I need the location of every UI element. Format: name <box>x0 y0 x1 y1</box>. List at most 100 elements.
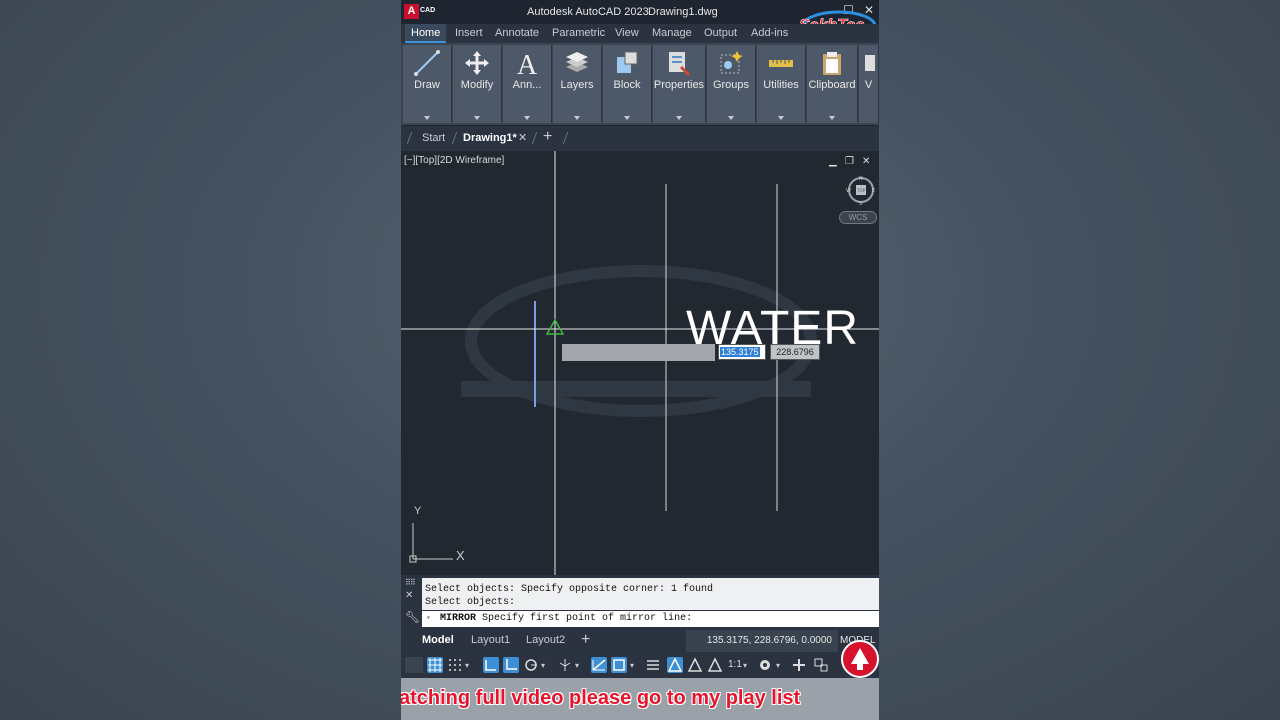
chevron-down-icon[interactable] <box>624 116 630 120</box>
viewport-minimize-icon[interactable]: ▁ <box>829 156 837 167</box>
lineweight-icon[interactable] <box>645 657 661 673</box>
command-line: ⠿⠿ ✕ 🔧︎ Select objects: Specify opposite… <box>401 576 879 628</box>
layers-icon <box>566 52 588 72</box>
tab-layout1[interactable]: Layout1 <box>471 634 510 646</box>
viewcube-face-label: TOP <box>856 188 866 193</box>
viewport-restore-icon[interactable]: ❐ <box>845 156 854 167</box>
tab-output[interactable]: Output <box>698 24 743 43</box>
infer-constraints-icon[interactable] <box>483 657 499 673</box>
autocad-logo-icon[interactable]: A <box>404 4 419 19</box>
isodraft-icon[interactable] <box>557 657 573 673</box>
tab-layout2[interactable]: Layout2 <box>526 634 565 646</box>
chevron-down-icon[interactable]: ▾ <box>465 661 481 677</box>
video-subtitle-strip: atching full video please go to my play … <box>401 678 879 720</box>
chevron-down-icon[interactable]: ▾ <box>630 661 646 677</box>
command-recent-icon[interactable]: ▾ <box>426 611 431 627</box>
customize-wrench-icon[interactable]: 🔧︎ <box>405 610 420 624</box>
status-bar: ▾ ▾ ▾ ▾ 1:1 ▾ ▾ <box>401 653 879 678</box>
tab-view[interactable]: View <box>609 24 645 43</box>
tab-parametric[interactable]: Parametric <box>546 24 611 43</box>
tab-home[interactable]: Home <box>405 24 447 43</box>
viewcube[interactable]: N S E W TOP <box>846 175 876 207</box>
compass-east-label: E <box>872 188 875 194</box>
dynamic-input-y[interactable]: 228.6796 <box>770 344 820 360</box>
tab-annotate[interactable]: Annotate <box>489 24 545 43</box>
compass-south-label: S <box>859 201 862 205</box>
coordinates-readout[interactable]: 135.3175, 228.6796, 0.0000 <box>686 630 838 652</box>
panel-utilities-label: Utilities <box>763 79 799 91</box>
line-icon <box>414 50 440 76</box>
chevron-down-icon[interactable] <box>778 116 784 120</box>
app-title: Autodesk AutoCAD 2023 <box>527 6 649 18</box>
command-history: Select objects: Specify opposite corner:… <box>422 578 879 610</box>
chevron-down-icon[interactable]: ▾ <box>541 661 557 677</box>
layout-tab-bar: Model Layout1 Layout2 + 135.3175, 228.67… <box>401 630 879 652</box>
panel-utilities[interactable]: Utilities <box>757 45 806 123</box>
polar-tracking-icon[interactable] <box>523 657 539 673</box>
chevron-down-icon[interactable] <box>524 116 530 120</box>
chevron-down-icon[interactable] <box>829 116 835 120</box>
grid-toggle-icon[interactable] <box>427 657 443 673</box>
title-bar: A CAD Autodesk AutoCAD 2023 Drawing1.dwg… <box>401 0 879 42</box>
panel-view-label: V <box>864 79 873 91</box>
wcs-menu[interactable]: WCS <box>839 211 877 224</box>
chevron-down-icon[interactable] <box>728 116 734 120</box>
panel-draw[interactable]: Draw <box>403 45 452 123</box>
command-close-icon[interactable]: ✕ <box>405 590 413 601</box>
panel-view[interactable]: V <box>859 45 879 123</box>
chevron-down-icon[interactable]: ▾ <box>776 661 792 677</box>
annotation-scale-value[interactable]: 1:1 <box>728 659 742 670</box>
command-input[interactable]: ▾ MIRROR Specify first point of mirror l… <box>422 611 879 627</box>
chevron-down-icon[interactable]: ▾ <box>575 661 591 677</box>
panel-properties[interactable]: Properties <box>653 45 706 123</box>
subscribe-overlay-button[interactable] <box>841 640 879 678</box>
chevron-down-icon[interactable] <box>474 116 480 120</box>
annotation-scale-icon[interactable] <box>707 657 723 673</box>
tab-start[interactable]: Start <box>422 132 445 144</box>
annotation-visibility-icon[interactable] <box>667 657 683 673</box>
new-layout-button[interactable]: + <box>581 631 590 649</box>
measure-icon <box>769 60 793 67</box>
panel-groups[interactable]: Groups <box>707 45 756 123</box>
dynamic-input-tooltip <box>562 344 715 361</box>
panel-modify-label: Modify <box>460 79 494 91</box>
object-snap-icon[interactable] <box>611 657 627 673</box>
tab-manage[interactable]: Manage <box>646 24 698 43</box>
drawing-canvas[interactable] <box>401 151 879 575</box>
object-snap-tracking-icon[interactable] <box>591 657 607 673</box>
groups-icon <box>720 51 743 74</box>
viewport-controls-label[interactable]: [−][Top][2D Wireframe] <box>404 155 504 166</box>
video-subtitle: atching full video please go to my play … <box>401 687 801 709</box>
tab-model[interactable]: Model <box>422 634 454 646</box>
plus-icon[interactable] <box>791 657 807 673</box>
panel-block[interactable]: Block <box>603 45 652 123</box>
command-grip-icon[interactable]: ⠿⠿ <box>405 578 416 587</box>
chevron-down-icon[interactable] <box>574 116 580 120</box>
dynamic-input-x[interactable]: 135.3175 <box>718 344 766 360</box>
view-icon <box>864 55 875 71</box>
tab-separator <box>531 132 538 144</box>
auto-scale-icon[interactable] <box>687 657 703 673</box>
drawing-viewport[interactable]: [−][Top][2D Wireframe] ▁ ❐ ✕ N S E W TOP… <box>401 151 879 575</box>
new-tab-button[interactable]: + <box>543 128 552 146</box>
chevron-down-icon[interactable] <box>424 116 430 120</box>
tab-insert[interactable]: Insert <box>449 24 489 43</box>
tab-drawing1[interactable]: Drawing1* <box>463 132 517 144</box>
snap-mode-icon[interactable] <box>447 657 463 673</box>
isolate-objects-icon[interactable] <box>813 657 829 673</box>
panel-annotation[interactable]: A Ann... <box>503 45 552 123</box>
file-tab-bar: Start Drawing1* ✕ + <box>401 125 879 149</box>
tab-close-icon[interactable]: ✕ <box>518 131 527 144</box>
file-title: Drawing1.dwg <box>648 6 718 18</box>
ortho-mode-icon[interactable] <box>503 657 519 673</box>
panel-layers[interactable]: Layers <box>553 45 602 123</box>
panel-modify[interactable]: Modify <box>453 45 502 123</box>
command-history-line: Select objects: <box>425 597 516 608</box>
tab-add-ins[interactable]: Add-ins <box>745 24 794 43</box>
panel-clipboard[interactable]: Clipboard <box>807 45 858 123</box>
panel-layers-label: Layers <box>560 79 594 91</box>
clipboard-icon <box>823 52 841 75</box>
viewport-close-icon[interactable]: ✕ <box>862 156 870 167</box>
chevron-down-icon[interactable] <box>676 116 682 120</box>
gear-icon[interactable] <box>757 657 773 673</box>
